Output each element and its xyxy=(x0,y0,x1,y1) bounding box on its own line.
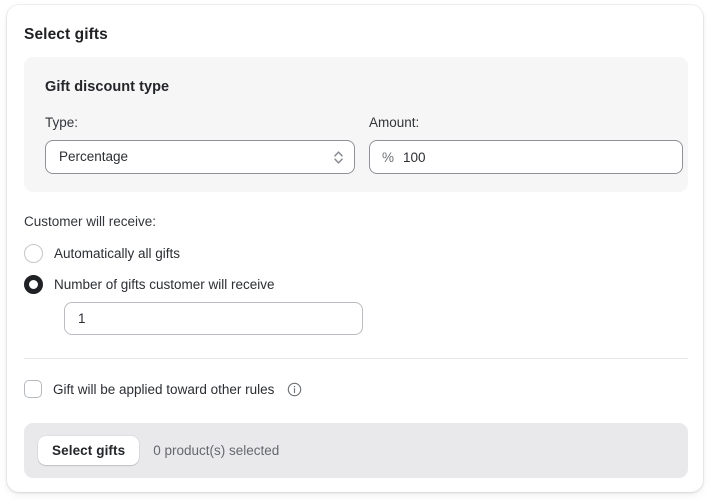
gift-count-input[interactable]: 1 xyxy=(64,302,363,335)
radio-icon-selected[interactable] xyxy=(24,275,43,294)
discount-type-value: Percentage xyxy=(59,150,128,164)
type-label: Type: xyxy=(45,115,78,130)
chevron-updown-icon xyxy=(333,149,344,166)
section-divider xyxy=(24,358,688,359)
gift-discount-type-panel: Gift discount type Type: Amount: Percent… xyxy=(24,57,688,192)
select-gifts-card: Select gifts Gift discount type Type: Am… xyxy=(7,5,703,492)
select-gifts-bar: Select gifts 0 product(s) selected xyxy=(24,423,688,478)
page-title: Select gifts xyxy=(24,26,108,44)
apply-toward-other-rules-row[interactable]: Gift will be applied toward other rules xyxy=(24,380,302,398)
radio-label-number-of-gifts: Number of gifts customer will receive xyxy=(54,277,275,292)
amount-input[interactable]: % 100 xyxy=(369,140,683,174)
select-gifts-button[interactable]: Select gifts xyxy=(38,436,139,465)
selected-products-count: 0 product(s) selected xyxy=(153,443,279,458)
customer-will-receive-label: Customer will receive: xyxy=(24,214,156,229)
radio-label-automatically-all-gifts: Automatically all gifts xyxy=(54,246,180,261)
amount-value: 100 xyxy=(403,150,426,165)
panel-title: Gift discount type xyxy=(45,79,169,95)
percent-prefix: % xyxy=(382,150,394,165)
apply-toward-other-rules-label: Gift will be applied toward other rules xyxy=(53,382,274,397)
radio-option-automatically-all-gifts[interactable]: Automatically all gifts xyxy=(24,244,180,263)
amount-label: Amount: xyxy=(369,115,419,130)
info-circle-icon[interactable] xyxy=(287,382,302,397)
gift-count-value: 1 xyxy=(78,311,86,326)
checkbox-icon-unchecked[interactable] xyxy=(24,380,42,398)
radio-icon-unselected[interactable] xyxy=(24,244,43,263)
discount-type-select[interactable]: Percentage xyxy=(45,140,355,174)
radio-option-number-of-gifts[interactable]: Number of gifts customer will receive xyxy=(24,275,275,294)
